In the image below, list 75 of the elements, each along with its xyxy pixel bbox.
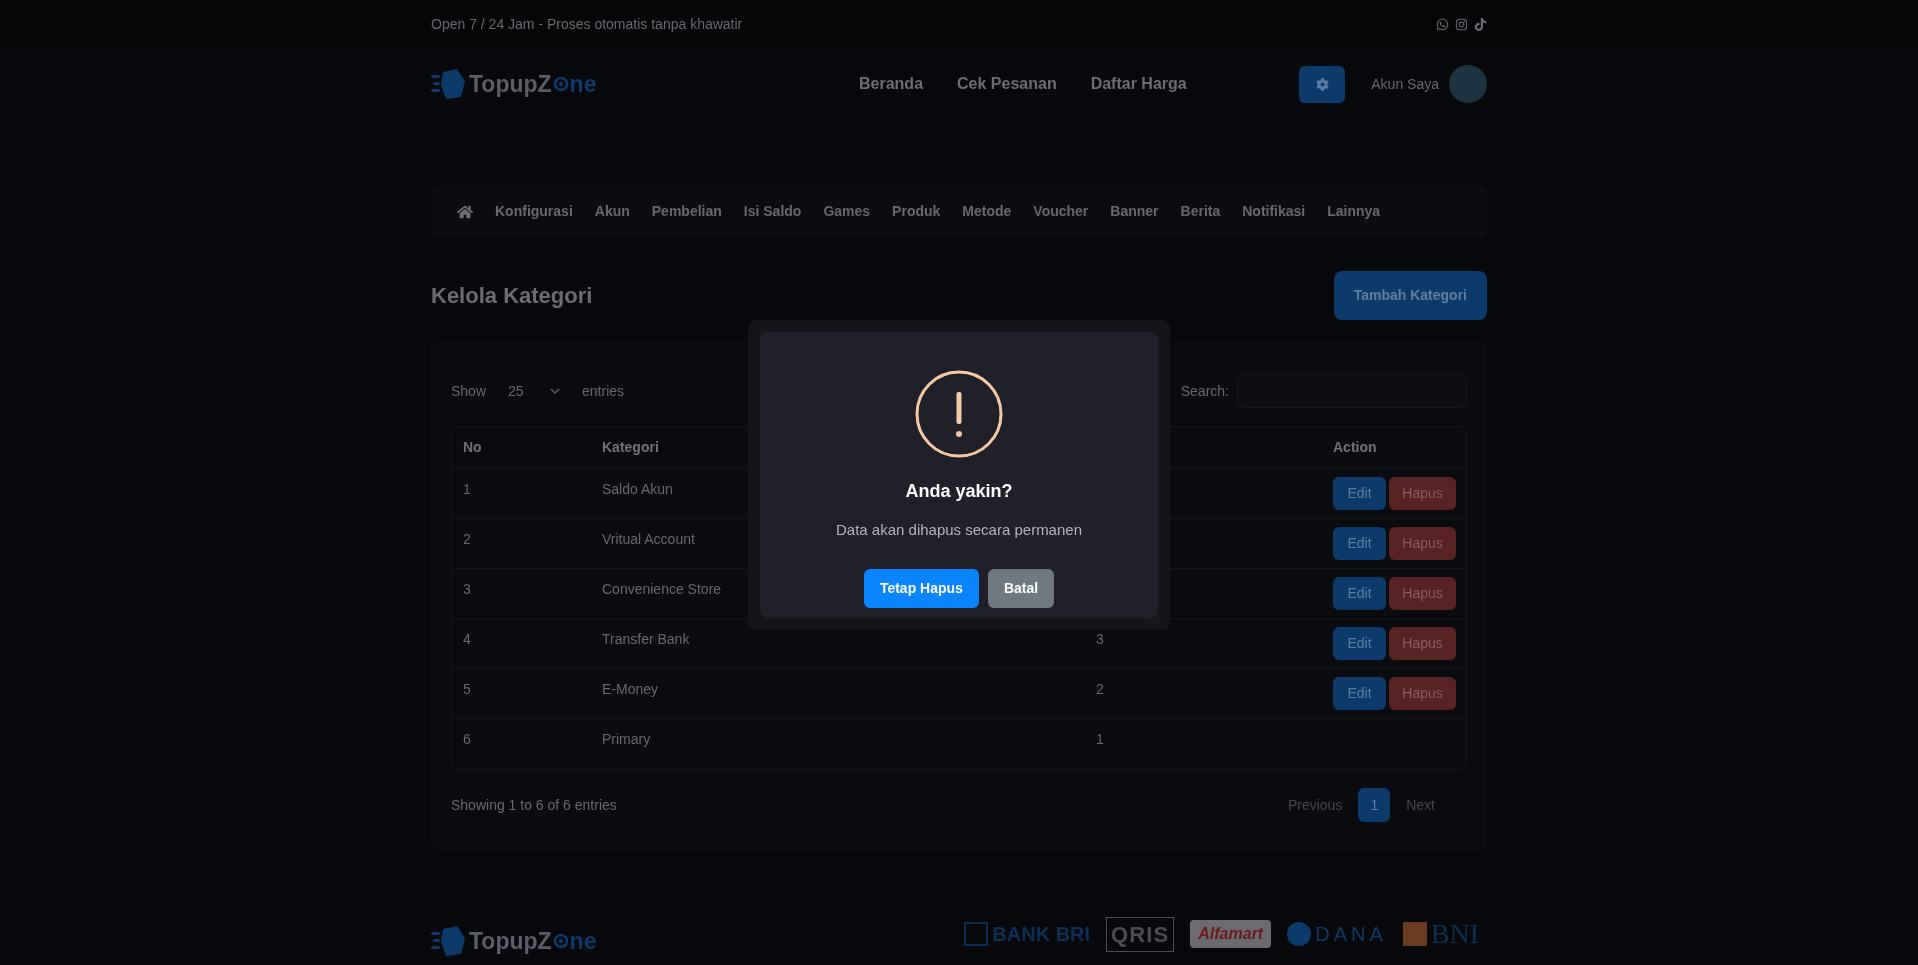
table-cell-text: 3	[1096, 630, 1104, 649]
bank-logo: BNI	[1402, 913, 1479, 956]
table-cell-text: Vritual Account	[602, 530, 695, 549]
dialog-message: Data akan dihapus secara permanen	[836, 520, 1082, 540]
column-header: No	[463, 438, 483, 457]
nav-link[interactable]: Daftar Harga	[1090, 72, 1187, 96]
table-cell-text: 5	[463, 680, 471, 699]
admin-menu-item[interactable]: Pembelian	[651, 201, 722, 222]
column-header: Kategori	[602, 438, 660, 457]
edit-button[interactable]: Edit	[1333, 527, 1386, 560]
admin-menu-item[interactable]: Games	[823, 201, 871, 222]
settings-icon	[1315, 77, 1329, 91]
admin-menu-item[interactable]: Metode	[962, 201, 1012, 222]
admin-menu-item[interactable]: Produk	[892, 201, 941, 222]
cancel-button[interactable]: Batal	[987, 568, 1055, 608]
delete-button[interactable]: Hapus	[1389, 577, 1456, 610]
logo-text: TopupZ ne	[469, 927, 597, 956]
admin-menu-item[interactable]: Lainnya	[1327, 201, 1381, 222]
logo-mark-icon	[431, 69, 465, 99]
delete-button[interactable]: Hapus	[1389, 677, 1456, 710]
edit-button[interactable]: Edit	[1333, 577, 1386, 610]
tagline: Open 7 / 24 Jam - Proses otomatis tanpa khawatir	[431, 14, 743, 34]
nav-link[interactable]: Cek Pesanan	[957, 72, 1057, 96]
search-label: Search:	[1180, 381, 1229, 401]
column-header: Action	[1333, 438, 1378, 457]
pagination-button[interactable]: 1	[1358, 788, 1391, 822]
dialog-title: Anda yakin?	[905, 480, 1013, 503]
home-icon[interactable]	[457, 203, 473, 220]
table-cell-text: Convenience Store	[602, 580, 722, 599]
entries-label: entries	[582, 381, 625, 401]
table-cell-text: E-Money	[602, 680, 659, 699]
admin-menu-item[interactable]: Voucher	[1033, 201, 1089, 222]
account-label[interactable]: Akun Saya	[1371, 73, 1439, 95]
admin-menu-item[interactable]: Akun	[594, 201, 630, 222]
delete-button[interactable]: Hapus	[1389, 527, 1456, 560]
logo-mark-icon	[431, 926, 465, 957]
table-cell-text: Transfer Bank	[602, 630, 690, 649]
table-cell-text: Saldo Akun	[602, 480, 673, 499]
show-label: Show	[451, 381, 487, 401]
instagram-icon[interactable]	[1455, 17, 1468, 31]
table-cell-text: 3	[463, 580, 471, 599]
page-title: Kelola Kategori	[431, 282, 593, 310]
wallet-logo: DANA	[1287, 919, 1387, 950]
warning-icon	[915, 370, 1003, 458]
confirm-button[interactable]: Tetap Hapus	[863, 568, 979, 608]
admin-menu-item[interactable]: Notifikasi	[1242, 201, 1306, 222]
qris-logo: QRIS	[1106, 916, 1175, 952]
table-cell-text: 4	[463, 630, 471, 649]
nav-link[interactable]: Beranda	[859, 72, 924, 96]
table-cell-text: 2	[1096, 680, 1104, 699]
target-icon	[552, 933, 569, 950]
tiktok-icon[interactable]	[1474, 17, 1487, 31]
add-category-button[interactable]: Tambah Kategori	[1333, 271, 1487, 320]
store-logo: Alfamart	[1190, 920, 1272, 949]
delete-button[interactable]: Hapus	[1389, 477, 1456, 510]
table-cell-text: Primary	[602, 730, 651, 749]
table-cell-text: 2	[463, 530, 471, 549]
edit-button[interactable]: Edit	[1333, 477, 1386, 510]
delete-button[interactable]: Hapus	[1389, 627, 1456, 660]
table-info: Showing 1 to 6 of 6 entries	[451, 795, 617, 815]
edit-button[interactable]: Edit	[1333, 627, 1386, 660]
target-icon	[552, 76, 569, 92]
bank-logo: BANK BRI	[964, 919, 1091, 950]
whatsapp-icon[interactable]	[1436, 17, 1449, 31]
edit-button[interactable]: Edit	[1333, 677, 1386, 710]
admin-menu-item[interactable]: Konfigurasi	[495, 201, 573, 222]
settings-button[interactable]	[1299, 65, 1346, 103]
table-cell-text: 6	[463, 730, 471, 749]
admin-menu-item[interactable]: Banner	[1110, 201, 1159, 222]
table-cell-text: 1	[1096, 730, 1104, 749]
logo-text: TopupZ ne	[469, 69, 597, 99]
admin-menu-item[interactable]: Isi Saldo	[743, 201, 802, 222]
chevron-down-icon	[550, 388, 561, 394]
table-cell-text: 1	[463, 480, 471, 499]
admin-menu-item[interactable]: Berita	[1180, 201, 1221, 222]
